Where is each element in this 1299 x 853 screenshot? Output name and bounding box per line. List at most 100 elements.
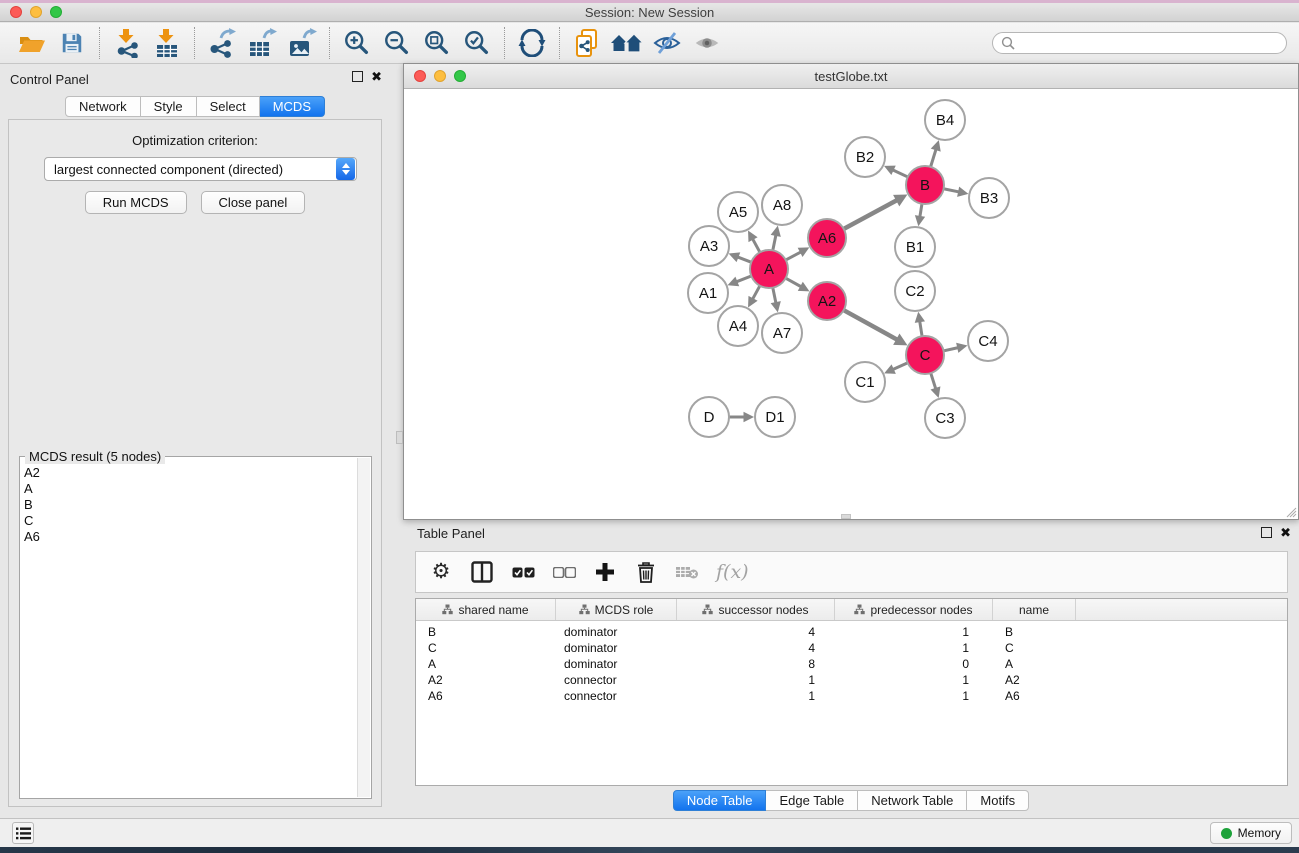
- control-panel-tabs: NetworkStyleSelectMCDS: [65, 96, 325, 117]
- graph-edge-B-B4[interactable]: [930, 149, 936, 169]
- tab-select[interactable]: Select: [197, 96, 260, 117]
- tab-network-table[interactable]: Network Table: [858, 790, 967, 811]
- tab-style[interactable]: Style: [141, 96, 197, 117]
- tab-edge-table[interactable]: Edge Table: [766, 790, 858, 811]
- graph-node-A4[interactable]: A4: [718, 306, 758, 346]
- zoom-fit-icon[interactable]: [417, 25, 457, 61]
- table-row[interactable]: Cdominator41C: [416, 640, 1287, 656]
- graph-node-C1[interactable]: C1: [845, 362, 885, 402]
- close-panel-button[interactable]: Close panel: [201, 191, 306, 214]
- result-list-item[interactable]: C: [24, 513, 357, 529]
- show-hidden-icon[interactable]: [687, 25, 727, 61]
- add-column-icon[interactable]: [593, 557, 617, 587]
- graph-edge-arrowhead: [931, 140, 941, 152]
- tab-network[interactable]: Network: [65, 96, 141, 117]
- export-image-icon[interactable]: [282, 25, 322, 61]
- tab-motifs[interactable]: Motifs: [967, 790, 1029, 811]
- graph-node-A1[interactable]: A1: [688, 273, 728, 313]
- graph-node-C[interactable]: C: [906, 336, 944, 374]
- network-canvas[interactable]: A A1 A2 A3 A4 A5 A6 A7 A8 B B1 B2 B3B4 C C1 C2 C3 C4 D D1: [404, 89, 1298, 519]
- open-file-icon[interactable]: [12, 25, 52, 61]
- show-column-icon[interactable]: [470, 557, 494, 587]
- graph-node-A3[interactable]: A3: [689, 226, 729, 266]
- graph-node-B[interactable]: B: [906, 166, 944, 204]
- search-input[interactable]: [992, 32, 1287, 54]
- import-table-icon[interactable]: [147, 25, 187, 61]
- float-table-panel-icon[interactable]: [1261, 527, 1272, 538]
- table-panel-tabs: Node TableEdge TableNetwork TableMotifs: [673, 790, 1029, 811]
- apply-layout-icon[interactable]: [512, 25, 552, 61]
- hide-selected-icon[interactable]: [647, 25, 687, 61]
- mcds-result-list[interactable]: A2ABCA6: [20, 463, 357, 798]
- memory-status-icon: [1221, 828, 1232, 839]
- close-panel-icon[interactable]: ✖: [371, 71, 382, 82]
- graph-node-B2[interactable]: B2: [845, 137, 885, 177]
- memory-button[interactable]: Memory: [1210, 822, 1292, 844]
- table-row[interactable]: Adominator80A: [416, 656, 1287, 672]
- network-window-title: testGlobe.txt: [404, 69, 1298, 84]
- graph-node-A8[interactable]: A8: [762, 185, 802, 225]
- graph-node-B3[interactable]: B3: [969, 178, 1009, 218]
- result-list-item[interactable]: A6: [24, 529, 357, 545]
- graph-node-B1[interactable]: B1: [895, 227, 935, 267]
- save-session-icon[interactable]: [52, 25, 92, 61]
- graph-node-B4[interactable]: B4: [925, 100, 965, 140]
- table-row[interactable]: A6connector11A6: [416, 688, 1287, 704]
- graph-node-C4[interactable]: C4: [968, 321, 1008, 361]
- result-list-scrollbar[interactable]: [357, 458, 370, 797]
- graph-edge-A2-C[interactable]: [842, 309, 897, 339]
- graph-node-C3[interactable]: C3: [925, 398, 965, 438]
- new-network-from-selection-icon[interactable]: [567, 25, 607, 61]
- title-bar: Session: New Session: [0, 3, 1299, 22]
- graph-node-C2[interactable]: C2: [895, 271, 935, 311]
- result-list-item[interactable]: A2: [24, 465, 357, 481]
- import-network-icon[interactable]: [107, 25, 147, 61]
- graph-node-A[interactable]: A: [750, 250, 788, 288]
- graph-node-A5[interactable]: A5: [718, 192, 758, 232]
- tab-mcds[interactable]: MCDS: [260, 96, 325, 117]
- toolbar-separator: [504, 27, 505, 59]
- graph-node-A6[interactable]: A6: [808, 219, 846, 257]
- column-header-successor-nodes[interactable]: successor nodes: [677, 599, 835, 620]
- deselect-all-checkboxes-icon[interactable]: [552, 557, 576, 587]
- run-mcds-button[interactable]: Run MCDS: [85, 191, 187, 214]
- list-icon: [16, 827, 31, 840]
- toolbar-separator: [559, 27, 560, 59]
- graph-node-A7[interactable]: A7: [762, 313, 802, 353]
- column-header-predecessor-nodes[interactable]: predecessor nodes: [835, 599, 993, 620]
- search-icon: [1001, 36, 1015, 50]
- column-header-shared-name[interactable]: shared name: [416, 599, 556, 620]
- column-header-MCDS-role[interactable]: MCDS role: [556, 599, 677, 620]
- svg-text:C4: C4: [978, 333, 997, 350]
- graph-node-D[interactable]: D: [689, 397, 729, 437]
- network-window-titlebar[interactable]: testGlobe.txt: [404, 64, 1298, 89]
- column-header-name[interactable]: name: [993, 599, 1076, 620]
- task-history-button[interactable]: [12, 822, 34, 844]
- close-table-panel-icon[interactable]: ✖: [1280, 527, 1291, 538]
- delete-column-icon[interactable]: [634, 557, 658, 587]
- svg-text:A: A: [764, 261, 774, 278]
- float-panel-icon[interactable]: [352, 71, 363, 82]
- table-row[interactable]: A2connector11A2: [416, 672, 1287, 688]
- splitter-grip[interactable]: [841, 514, 851, 519]
- zoom-selected-icon[interactable]: [457, 25, 497, 61]
- export-network-icon[interactable]: [202, 25, 242, 61]
- tab-node-table[interactable]: Node Table: [673, 790, 767, 811]
- criterion-dropdown[interactable]: largest connected component (directed): [44, 157, 357, 181]
- graph-edge-A6-B[interactable]: [842, 200, 897, 230]
- result-list-item[interactable]: A: [24, 481, 357, 497]
- graph-node-D1[interactable]: D1: [755, 397, 795, 437]
- table-toolbar: ⚙ f(x): [415, 551, 1288, 593]
- export-table-icon[interactable]: [242, 25, 282, 61]
- show-all-icon[interactable]: [607, 25, 647, 61]
- splitter-grip[interactable]: [396, 431, 403, 444]
- table-row[interactable]: Bdominator41B: [416, 624, 1287, 640]
- graph-node-A2[interactable]: A2: [808, 282, 846, 320]
- select-all-checkboxes-icon[interactable]: [511, 557, 535, 587]
- zoom-out-icon[interactable]: [377, 25, 417, 61]
- window-resize-grip-icon[interactable]: [1283, 504, 1297, 518]
- zoom-in-icon[interactable]: [337, 25, 377, 61]
- table-options-gear-icon[interactable]: ⚙: [429, 557, 453, 587]
- result-list-item[interactable]: B: [24, 497, 357, 513]
- svg-text:D1: D1: [765, 409, 784, 426]
